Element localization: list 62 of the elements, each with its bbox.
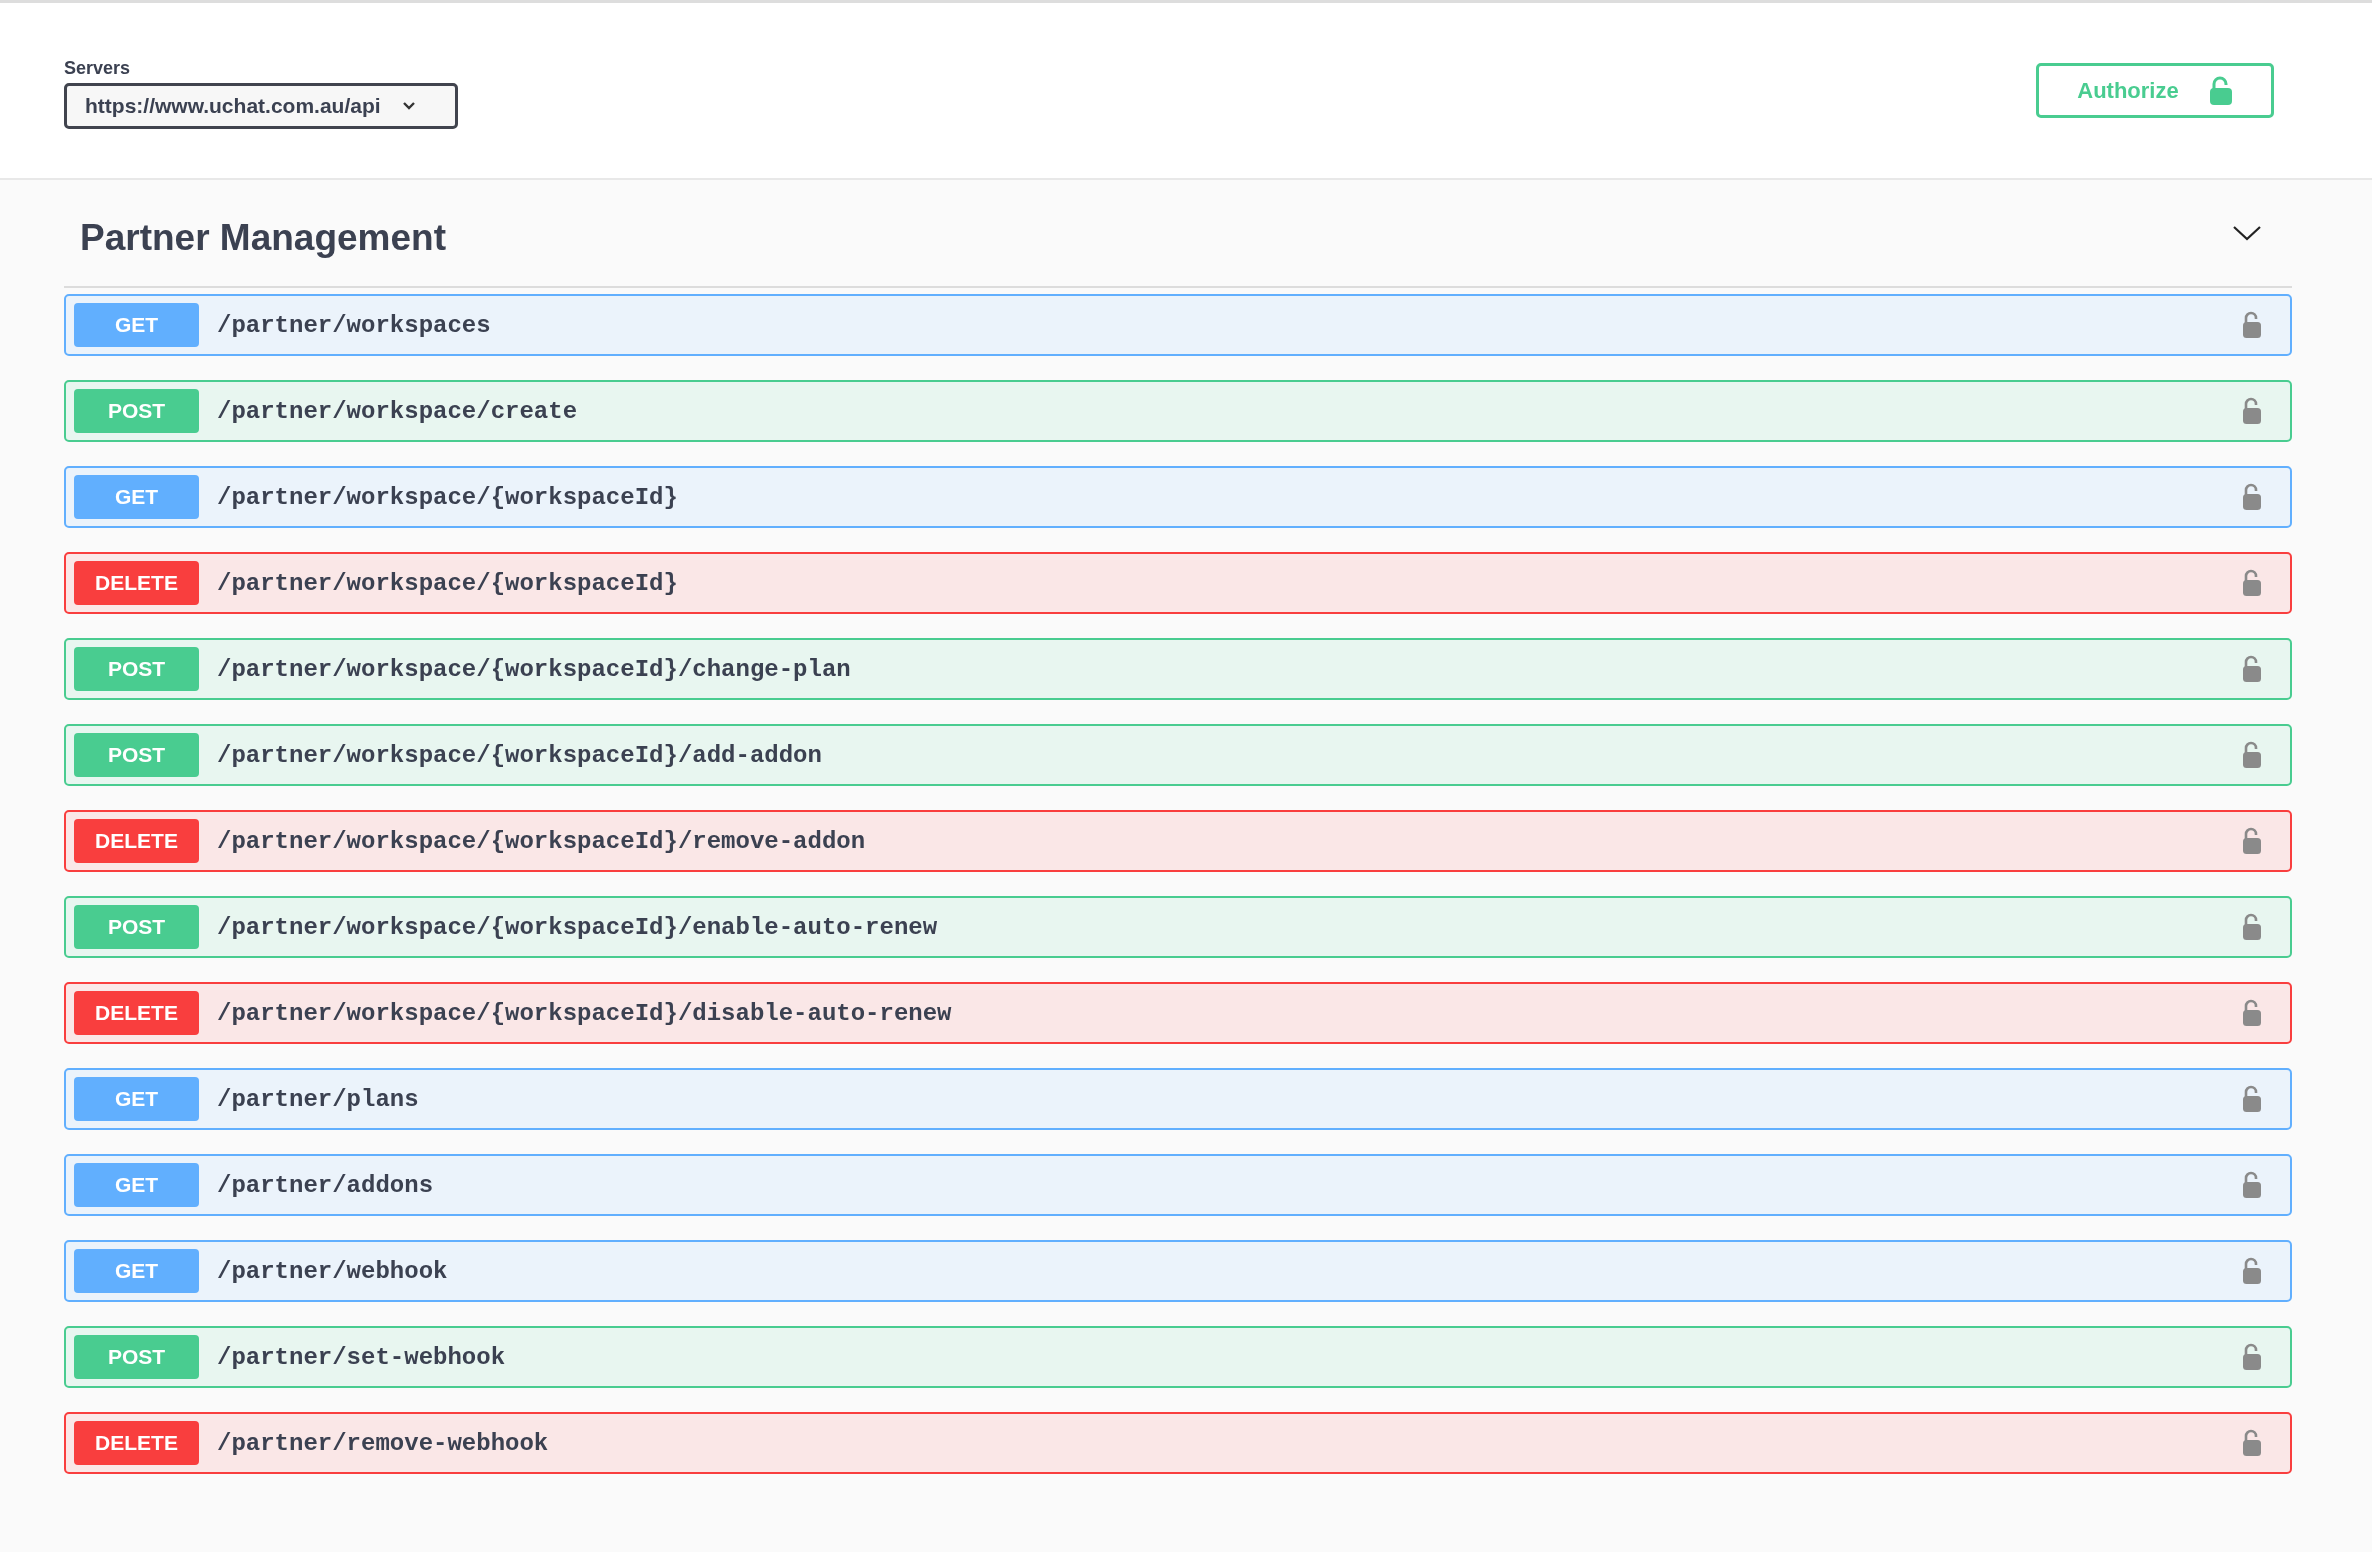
operation-row[interactable]: GET /partner/plans	[64, 1068, 2292, 1130]
operation-path: /partner/remove-webhook	[217, 1429, 550, 1457]
operation-path: /partner/workspace/{workspaceId}	[217, 569, 679, 597]
unlocked-padlock-icon[interactable]	[2242, 483, 2262, 511]
method-badge: GET	[74, 303, 199, 347]
operation-path: /partner/workspace/{workspaceId}/change-plan	[217, 655, 852, 683]
method-badge: POST	[74, 1335, 199, 1379]
operation-row[interactable]: DELETE /partner/remove-webhook	[64, 1412, 2292, 1474]
unlocked-padlock-icon[interactable]	[2242, 1343, 2262, 1371]
unlocked-padlock-icon[interactable]	[2242, 913, 2262, 941]
method-badge: GET	[74, 1249, 199, 1293]
operation-path: /partner/webhook	[217, 1257, 449, 1285]
operation-row[interactable]: POST /partner/set-webhook	[64, 1326, 2292, 1388]
servers-dropdown[interactable]: https://www.uchat.com.au/api	[64, 83, 458, 129]
unlocked-padlock-icon[interactable]	[2242, 1429, 2262, 1457]
method-badge: DELETE	[74, 1421, 199, 1465]
unlocked-padlock-icon	[2208, 75, 2233, 106]
operation-row[interactable]: POST /partner/workspace/create	[64, 380, 2292, 442]
operation-path: /partner/workspace/{workspaceId}/remove-addon	[217, 827, 867, 855]
method-badge: GET	[74, 1163, 199, 1207]
method-badge: DELETE	[74, 561, 199, 605]
operation-row[interactable]: DELETE /partner/workspace/{workspaceId}/remove-addon	[64, 810, 2292, 872]
operation-path: /partner/workspace/{workspaceId}/disable-auto-renew	[217, 999, 953, 1027]
operation-path: /partner/workspace/{workspaceId}/enable-auto-renew	[217, 913, 939, 941]
method-badge: POST	[74, 733, 199, 777]
operation-row[interactable]: POST /partner/workspace/{workspaceId}/change-plan	[64, 638, 2292, 700]
operation-path: /partner/addons	[217, 1171, 435, 1199]
unlocked-padlock-icon[interactable]	[2242, 1171, 2262, 1199]
operation-path: /partner/workspace/{workspaceId}/add-addon	[217, 741, 823, 769]
operation-row[interactable]: POST /partner/workspace/{workspaceId}/add-addon	[64, 724, 2292, 786]
operation-row[interactable]: DELETE /partner/workspace/{workspaceId}/disable-auto-renew	[64, 982, 2292, 1044]
unlocked-padlock-icon[interactable]	[2242, 827, 2262, 855]
operation-path: /partner/plans	[217, 1085, 420, 1113]
operation-row[interactable]: GET /partner/workspace/{workspaceId}	[64, 466, 2292, 528]
unlocked-padlock-icon[interactable]	[2242, 1085, 2262, 1113]
unlocked-padlock-icon[interactable]	[2242, 311, 2262, 339]
method-badge: POST	[74, 389, 199, 433]
servers-label: Servers	[64, 58, 132, 79]
method-badge: DELETE	[74, 819, 199, 863]
operation-path: /partner/set-webhook	[217, 1343, 507, 1371]
operation-path: /partner/workspaces	[217, 311, 492, 339]
operation-row[interactable]: GET /partner/webhook	[64, 1240, 2292, 1302]
unlocked-padlock-icon[interactable]	[2242, 999, 2262, 1027]
operation-row[interactable]: GET /partner/workspaces	[64, 294, 2292, 356]
method-badge: POST	[74, 647, 199, 691]
operation-row[interactable]: POST /partner/workspace/{workspaceId}/enable-auto-renew	[64, 896, 2292, 958]
operation-row[interactable]: DELETE /partner/workspace/{workspaceId}	[64, 552, 2292, 614]
method-badge: GET	[74, 1077, 199, 1121]
chevron-down-icon[interactable]	[2232, 224, 2262, 242]
unlocked-padlock-icon[interactable]	[2242, 397, 2262, 425]
chevron-down-icon	[400, 101, 417, 111]
method-badge: POST	[74, 905, 199, 949]
operation-path: /partner/workspace/{workspaceId}	[217, 483, 679, 511]
operation-row[interactable]: GET /partner/addons	[64, 1154, 2292, 1216]
unlocked-padlock-icon[interactable]	[2242, 741, 2262, 769]
method-badge: GET	[74, 475, 199, 519]
unlocked-padlock-icon[interactable]	[2242, 655, 2262, 683]
section-title: Partner Management	[80, 216, 446, 259]
method-badge: DELETE	[74, 991, 199, 1035]
unlocked-padlock-icon[interactable]	[2242, 569, 2262, 597]
unlocked-padlock-icon[interactable]	[2242, 1257, 2262, 1285]
operation-path: /partner/workspace/create	[217, 397, 579, 425]
